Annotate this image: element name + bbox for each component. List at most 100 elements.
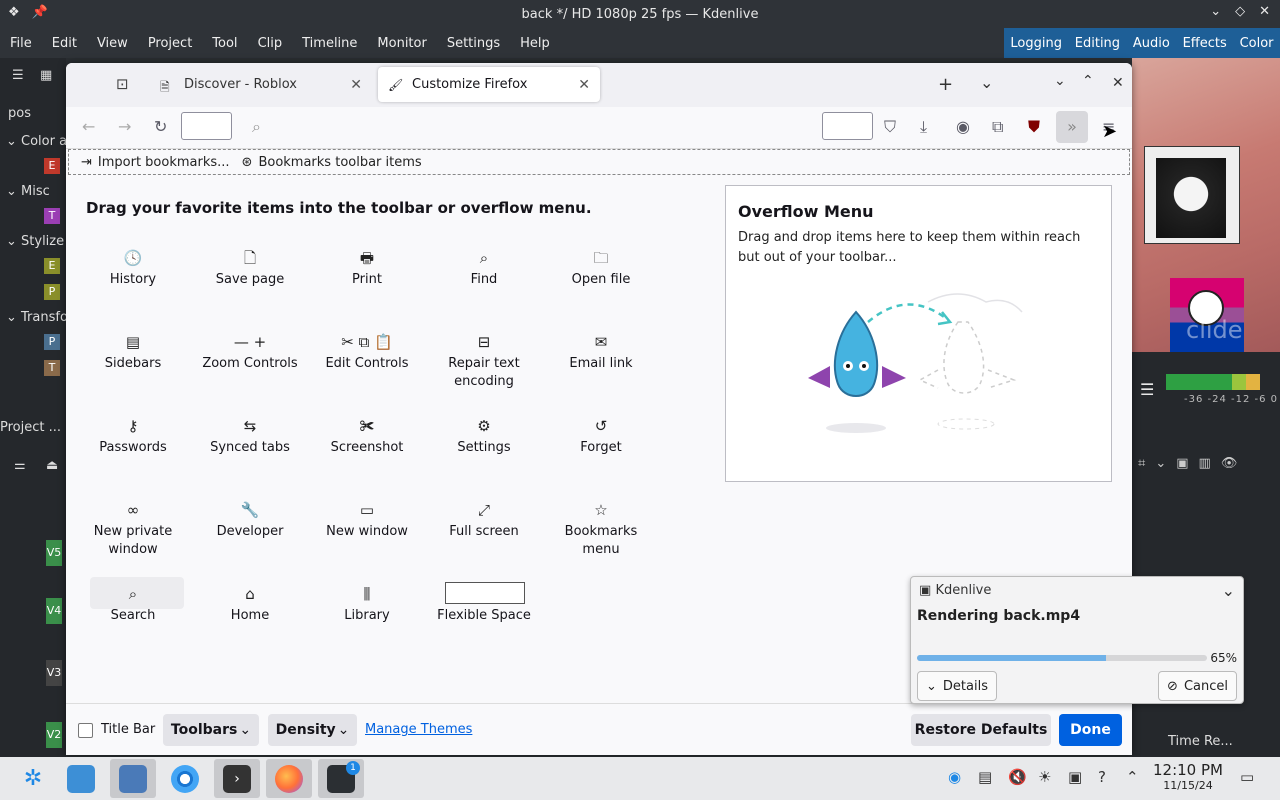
palette-item-repair-text-encoding[interactable]: ⊟ Repair text encoding	[429, 329, 539, 391]
effect-group[interactable]: ⌄ Stylize	[6, 234, 64, 249]
reload-icon[interactable]: ↻	[154, 117, 167, 136]
details-button[interactable]: ⌄ Details	[917, 671, 997, 701]
file-manager-icon[interactable]	[110, 759, 156, 798]
effect-group[interactable]: ⌄ Misc	[6, 184, 50, 199]
project-tab[interactable]: Project ...	[0, 420, 61, 435]
palette-item-zoom-controls[interactable]: — + Zoom Controls	[195, 329, 305, 373]
menu-view[interactable]: View	[87, 36, 138, 51]
bookmarks-toolbar-items[interactable]: Bookmarks toolbar items	[258, 155, 421, 170]
timeline-settings-icon[interactable]: ⚌	[14, 458, 26, 473]
columns-icon[interactable]: ▥	[1199, 456, 1211, 471]
track-v2[interactable]: V2	[46, 722, 62, 748]
import-bookmarks[interactable]: Import bookmarks...	[98, 155, 230, 170]
chevron-down-icon[interactable]: ⌄	[1155, 456, 1166, 471]
palette-item-forget[interactable]: ↺ Forget	[546, 413, 656, 457]
layout-editing[interactable]: Editing	[1075, 36, 1120, 51]
toolbars-button[interactable]: Toolbars ⌄	[163, 714, 259, 746]
kdenlive-taskbar-icon[interactable]: 1	[318, 759, 364, 798]
restore-defaults-button[interactable]: Restore Defaults	[911, 714, 1051, 746]
close-window-icon[interactable]: ✕	[1112, 75, 1124, 91]
title-bar-checkbox[interactable]	[78, 723, 93, 738]
account-icon[interactable]: ◉	[956, 117, 970, 136]
split-icon[interactable]: ⌗	[1138, 456, 1145, 471]
effect-group[interactable]: ⌄ Color a	[6, 134, 67, 149]
storage-icon[interactable]: ▣	[1068, 768, 1082, 786]
new-tab-icon[interactable]: +	[938, 74, 953, 95]
timeline-tool-icon[interactable]: ⏏	[46, 458, 58, 473]
close-tab-icon[interactable]: ✕	[350, 77, 362, 93]
overflow-chevron-icon[interactable]: »	[1056, 111, 1088, 143]
discover-store-icon[interactable]	[58, 759, 104, 798]
track-v5[interactable]: V5	[46, 540, 62, 566]
palette-item-sidebars[interactable]: ▤ Sidebars	[78, 329, 188, 373]
chromium-icon[interactable]	[162, 759, 208, 798]
palette-item-save-page[interactable]: 🗋 Save page	[195, 245, 305, 289]
show-desktop-icon[interactable]: ▭	[1240, 768, 1254, 786]
palette-item-search[interactable]: ⌕ Search	[78, 581, 188, 625]
clipboard-icon[interactable]: ▤	[978, 768, 992, 786]
palette-item-edit-controls[interactable]: ✂ ⧉ 📋 Edit Controls	[312, 329, 422, 373]
layout-color[interactable]: Color	[1240, 36, 1274, 51]
tab-customize-firefox[interactable]: 🖌 Customize Firefox ✕	[378, 67, 600, 102]
palette-item-synced-tabs[interactable]: ⇆ Synced tabs	[195, 413, 305, 457]
minimize-icon[interactable]: ⌄	[1210, 4, 1221, 19]
forward-icon[interactable]: →	[118, 117, 131, 136]
terminal-icon[interactable]: ›	[214, 759, 260, 798]
save-icon[interactable]: ▣	[1176, 456, 1188, 471]
layout-effects[interactable]: Effects	[1183, 36, 1227, 51]
palette-item-flexible-space[interactable]: Flexible Space	[429, 581, 539, 625]
updates-icon[interactable]: ◉	[948, 768, 961, 786]
tray-expand-icon[interactable]: ⌃	[1126, 768, 1139, 786]
menu-timeline[interactable]: Timeline	[292, 36, 367, 51]
menu-monitor[interactable]: Monitor	[367, 36, 436, 51]
palette-item-settings[interactable]: ⚙ Settings	[429, 413, 539, 457]
cancel-render-button[interactable]: ⊘ Cancel	[1158, 671, 1237, 701]
palette-item-history[interactable]: 🕓 History	[78, 245, 188, 289]
density-button[interactable]: Density ⌄	[268, 714, 357, 746]
palette-item-bookmarks-menu[interactable]: ☆ Bookmarks menu	[546, 497, 656, 559]
clock[interactable]: 12:10 PM 11/15/24	[1146, 762, 1230, 794]
palette-item-full-screen[interactable]: ⤢ Full screen	[429, 497, 539, 541]
close-tab-icon[interactable]: ✕	[578, 77, 590, 93]
app-launcher-icon[interactable]: ✲	[10, 759, 56, 798]
palette-item-library[interactable]: ⫼ Library	[312, 581, 422, 625]
track-v4[interactable]: V4	[46, 598, 62, 624]
urlbar-search-icon[interactable]: ⌕	[252, 117, 261, 137]
list-tabs-icon[interactable]: ⌄	[980, 73, 993, 92]
palette-item-find[interactable]: ⌕ Find	[429, 245, 539, 289]
minimize-window-icon[interactable]: ⌄	[1054, 73, 1066, 89]
firefox-view-icon[interactable]: ⊡	[116, 75, 129, 93]
done-button[interactable]: Done	[1059, 714, 1122, 746]
layout-logging[interactable]: Logging	[1010, 36, 1062, 51]
time-remap-tab[interactable]: Time Re...	[1168, 734, 1233, 749]
menu-settings[interactable]: Settings	[437, 36, 510, 51]
flexible-space-slot[interactable]	[822, 112, 873, 140]
palette-item-open-file[interactable]: 🗀 Open file	[546, 245, 656, 289]
brightness-icon[interactable]: ☀	[1038, 768, 1051, 786]
menu-tool[interactable]: Tool	[202, 36, 247, 51]
list-icon[interactable]: ☰	[12, 68, 24, 83]
eye-icon[interactable]: 👁	[1221, 456, 1238, 471]
effects-search-input[interactable]: pos	[8, 106, 31, 121]
menu-project[interactable]: Project	[138, 36, 202, 51]
pocket-icon[interactable]: ⛉	[884, 117, 896, 137]
collapse-icon[interactable]: ⌄	[1222, 581, 1235, 600]
back-icon[interactable]: ←	[82, 117, 95, 136]
menu-clip[interactable]: Clip	[248, 36, 293, 51]
track-v3[interactable]: V3	[46, 660, 62, 686]
flexible-space-slot[interactable]	[181, 112, 232, 140]
grid-icon[interactable]: ▦	[40, 68, 52, 83]
help-icon[interactable]: ?	[1098, 768, 1106, 786]
palette-item-new-window[interactable]: ▭ New window	[312, 497, 422, 541]
tab-discover-roblox[interactable]: 🗎 Discover - Roblox ✕	[150, 67, 372, 102]
extensions-icon[interactable]: ⧉	[992, 117, 1003, 137]
palette-item-home[interactable]: ⌂ Home	[195, 581, 305, 625]
effect-group[interactable]: ⌄ Transfo	[6, 310, 68, 325]
hamburger-icon[interactable]: ☰	[1140, 380, 1154, 399]
close-icon[interactable]: ✕	[1259, 4, 1270, 19]
maximize-window-icon[interactable]: ⌃	[1082, 73, 1094, 89]
manage-themes-link[interactable]: Manage Themes	[365, 722, 472, 737]
palette-item-passwords[interactable]: ⚷ Passwords	[78, 413, 188, 457]
firefox-icon[interactable]	[266, 759, 312, 798]
maximize-icon[interactable]: ◇	[1235, 4, 1245, 19]
